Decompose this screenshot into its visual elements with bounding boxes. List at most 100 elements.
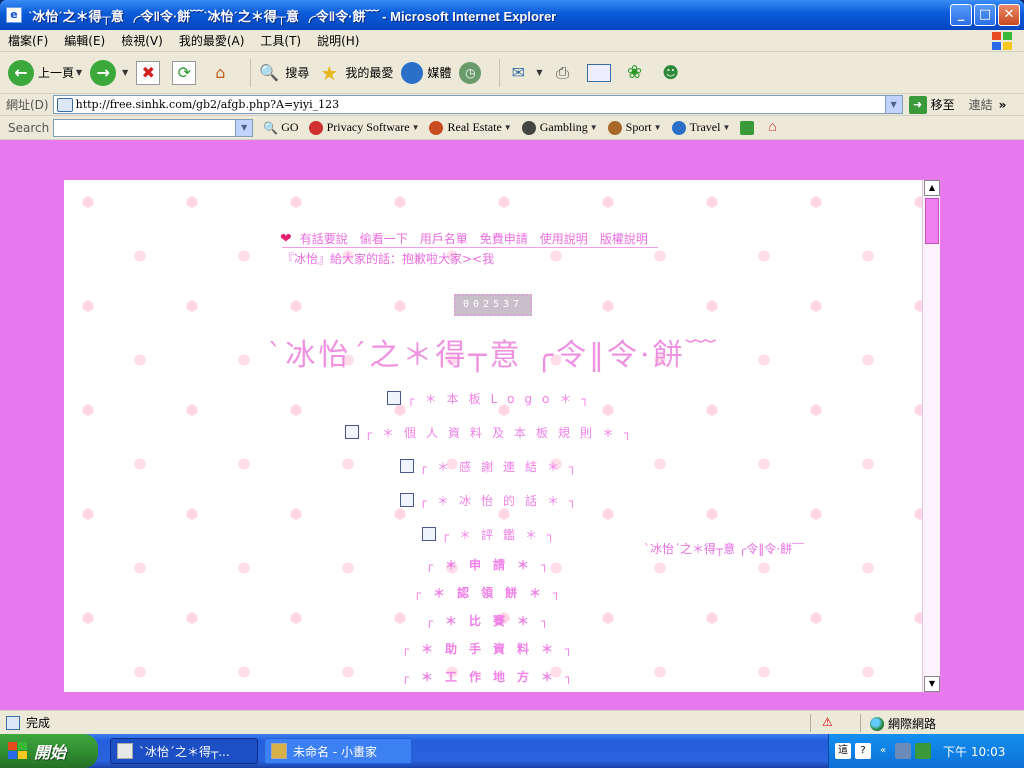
menu-tools[interactable]: 工具(T) bbox=[260, 32, 301, 49]
menu-file[interactable]: 檔案(F) bbox=[8, 32, 48, 49]
messenger-icon: ☻ bbox=[662, 63, 679, 82]
messenger-button[interactable]: ☻ bbox=[659, 61, 687, 85]
menu-view[interactable]: 檢視(V) bbox=[121, 32, 163, 49]
menu-row-profile[interactable]: ┌＊個人資料及本板規則＊┐ bbox=[64, 424, 922, 441]
tray-app-icon[interactable] bbox=[915, 743, 931, 759]
stop-button[interactable]: ✖ bbox=[136, 60, 164, 85]
home-link[interactable]: ⌂ bbox=[768, 120, 776, 136]
clock: 下午 10:03 bbox=[943, 744, 1006, 759]
real-estate-link[interactable]: Real Estate ▼ bbox=[429, 120, 512, 135]
menu-row-workplace[interactable]: ┌＊工作地方＊┐ bbox=[64, 668, 922, 685]
sport-link[interactable]: Sport ▼ bbox=[607, 120, 662, 135]
maximize-button[interactable]: □ bbox=[974, 4, 996, 26]
nav-link-copyright[interactable]: 版權說明 bbox=[600, 230, 648, 247]
stop-icon: ✖ bbox=[136, 60, 161, 85]
menu-favorites[interactable]: 我的最愛(A) bbox=[179, 32, 245, 49]
forward-button[interactable]: → ▼ bbox=[90, 59, 128, 86]
chevron-down-icon[interactable]: ▼ bbox=[590, 123, 598, 132]
chevron-down-icon[interactable]: ▼ bbox=[76, 68, 82, 77]
privacy-software-label: Privacy Software bbox=[326, 120, 410, 134]
search-label: 搜尋 bbox=[285, 66, 310, 80]
globe-icon bbox=[870, 716, 884, 731]
go-button[interactable]: ➜ 移至 bbox=[908, 95, 955, 114]
chevron-left-icon[interactable]: « bbox=[875, 743, 891, 759]
search-input[interactable]: ▼ bbox=[53, 118, 254, 137]
status-bar: 完成 ⚠ 網際網路 bbox=[0, 710, 1024, 734]
menu-row-words[interactable]: ┌＊冰怡的話＊┐ bbox=[64, 492, 922, 509]
home-button[interactable]: ⌂ bbox=[208, 61, 236, 85]
scroll-up-icon[interactable]: ▲ bbox=[924, 180, 940, 196]
broken-image-icon bbox=[399, 493, 414, 507]
menu-edit[interactable]: 編輯(E) bbox=[64, 32, 105, 49]
taskbar: 開始 ˋ冰怡ˊ之＊得┬... 未命名 - 小畫家 這 ? « 下午 10:03 bbox=[0, 734, 1024, 768]
printer-icon: ⎙ bbox=[556, 62, 569, 82]
vertical-scrollbar[interactable]: ▲ ▼ bbox=[922, 180, 940, 692]
taskbar-item-paint[interactable]: 未命名 - 小畫家 bbox=[264, 738, 412, 764]
nav-link-post[interactable]: 有話要說 bbox=[300, 230, 348, 247]
menu-row-adopt[interactable]: ┌＊認領餅＊┐ bbox=[64, 584, 922, 601]
start-button[interactable]: 開始 bbox=[0, 734, 98, 768]
standard-toolbar: ← 上一頁 ▼ → ▼ ✖ ⟳ ⌂ 🔍 搜尋 ★ 我的最愛 媒體 ◷ ✉ ▼ ⎙… bbox=[0, 52, 1024, 94]
gambling-link[interactable]: Gambling ▼ bbox=[521, 120, 598, 135]
window-title: ˋ冰怡ˊ之＊得┬意 ╭令‖令·餅﹋ˋ冰怡ˊ之＊得┬意 ╭令‖令·餅﹋ - Mic… bbox=[28, 8, 557, 24]
menu-row-logo[interactable]: ┌＊本板Logo＊┐ bbox=[64, 390, 922, 407]
menu-row-apply[interactable]: ┌＊申請＊┐ bbox=[64, 556, 922, 573]
menu-bar: 檔案(F) 編輯(E) 檢視(V) 我的最愛(A) 工具(T) 說明(H) bbox=[0, 30, 1024, 52]
chevron-down-icon[interactable]: ▼ bbox=[722, 123, 730, 132]
favorites-button[interactable]: ★ 我的最愛 bbox=[317, 61, 393, 85]
scroll-down-icon[interactable]: ▼ bbox=[924, 676, 940, 692]
edit-button[interactable] bbox=[586, 63, 615, 82]
search-toolbar: Search ▼ 🔍 GO Privacy Software ▼ Real Es… bbox=[0, 116, 1024, 140]
nav-link-peek[interactable]: 偷看一下 bbox=[360, 230, 408, 247]
mail-button[interactable]: ✉ ▼ bbox=[506, 61, 543, 85]
network-icon[interactable] bbox=[895, 743, 911, 759]
magnifier-icon: 🔍 bbox=[263, 120, 279, 135]
go-arrow-icon: ➜ bbox=[908, 95, 927, 114]
nav-link-signup[interactable]: 免費申請 bbox=[480, 230, 528, 247]
privacy-icon bbox=[308, 120, 323, 135]
search-go-label: GO bbox=[281, 120, 299, 134]
system-tray: 這 ? « 下午 10:03 bbox=[828, 734, 1024, 768]
icq-button[interactable]: ❀ bbox=[623, 61, 651, 85]
menu-row-label: ┌＊本板Logo＊┐ bbox=[407, 392, 599, 406]
menu-row-contest[interactable]: ┌＊比賽＊┐ bbox=[64, 612, 922, 629]
edit-page-icon bbox=[586, 63, 611, 82]
minimize-button[interactable]: _ bbox=[950, 4, 972, 26]
nav-link-users[interactable]: 用戶名單 bbox=[420, 230, 468, 247]
travel-link[interactable]: Travel ▼ bbox=[671, 120, 730, 135]
chevron-down-icon[interactable]: ▼ bbox=[884, 96, 902, 113]
chevron-down-icon[interactable]: ▼ bbox=[654, 123, 662, 132]
back-button[interactable]: ← 上一頁 ▼ bbox=[8, 59, 82, 86]
side-caption: ˋ冰怡ˊ之＊得┬意 ╭令‖令·餅﹋ bbox=[644, 542, 805, 556]
privacy-software-link[interactable]: Privacy Software ▼ bbox=[308, 120, 420, 135]
print-button[interactable]: ⎙ bbox=[551, 61, 579, 85]
menu-row-links[interactable]: ┌＊感謝連結＊┐ bbox=[64, 458, 922, 475]
chevron-down-icon[interactable]: ▼ bbox=[122, 68, 128, 77]
close-button[interactable]: ✕ bbox=[998, 4, 1020, 26]
address-input[interactable]: http://free.sinhk.com/gb2/afgb.php?A=yiy… bbox=[52, 95, 903, 114]
start-label: 開始 bbox=[34, 743, 67, 762]
search-go-button[interactable]: 🔍 GO bbox=[263, 120, 298, 135]
taskbar-item-ie[interactable]: ˋ冰怡ˊ之＊得┬... bbox=[110, 738, 258, 764]
ime-icon[interactable]: 這 bbox=[835, 743, 851, 759]
media-button[interactable]: 媒體 bbox=[401, 61, 451, 84]
history-button[interactable]: ◷ bbox=[459, 61, 485, 84]
links-button[interactable]: 連結 bbox=[969, 96, 993, 113]
nav-divider bbox=[282, 247, 658, 248]
real-estate-label: Real Estate bbox=[447, 120, 502, 134]
chevron-down-icon[interactable]: ▼ bbox=[412, 123, 420, 132]
help-icon[interactable]: ? bbox=[855, 743, 871, 759]
chevron-down-icon[interactable]: ▼ bbox=[235, 119, 253, 136]
extra-link[interactable] bbox=[740, 120, 758, 135]
scroll-thumb[interactable] bbox=[925, 198, 939, 244]
search-button[interactable]: 🔍 搜尋 bbox=[257, 61, 309, 85]
refresh-button[interactable]: ⟳ bbox=[172, 60, 200, 85]
menu-help[interactable]: 說明(H) bbox=[317, 32, 359, 49]
menu-row-assistant[interactable]: ┌＊助手資料＊┐ bbox=[64, 640, 922, 657]
address-url[interactable]: http://free.sinhk.com/gb2/afgb.php?A=yiy… bbox=[76, 98, 340, 111]
chevron-down-icon[interactable]: ▼ bbox=[504, 123, 512, 132]
chevron-right-icon[interactable]: » bbox=[999, 98, 1007, 112]
nav-link-help[interactable]: 使用說明 bbox=[540, 230, 588, 247]
chevron-down-icon[interactable]: ▼ bbox=[536, 68, 542, 77]
address-bar: 網址(D) http://free.sinhk.com/gb2/afgb.php… bbox=[0, 94, 1024, 116]
